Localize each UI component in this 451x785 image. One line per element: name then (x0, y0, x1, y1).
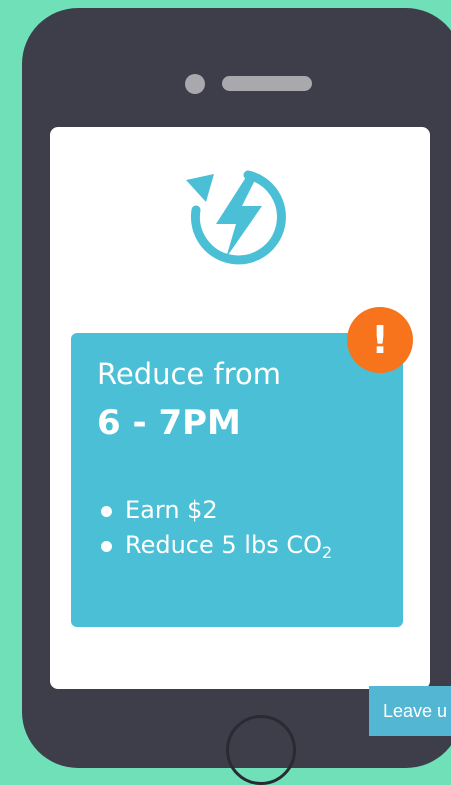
home-button (226, 715, 296, 785)
bullet-icon (101, 506, 112, 517)
feedback-button[interactable]: Leave u (369, 686, 451, 736)
reward-item-co2: Reduce 5 lbs CO2 (97, 528, 332, 565)
camera-dot (185, 74, 205, 94)
reward-list: Earn $2 Reduce 5 lbs CO2 (97, 493, 332, 565)
speaker-bar (222, 76, 312, 91)
card-heading: Reduce from (97, 357, 281, 391)
demand-response-card: Reduce from 6 - 7PM Earn $2 Reduce 5 lbs… (71, 333, 403, 627)
card-time-range: 6 - 7PM (97, 403, 241, 443)
bullet-icon (101, 541, 112, 552)
alert-icon: ! (347, 307, 413, 373)
energy-cycle-icon (186, 170, 286, 265)
reward-item-earn: Earn $2 (97, 493, 332, 528)
